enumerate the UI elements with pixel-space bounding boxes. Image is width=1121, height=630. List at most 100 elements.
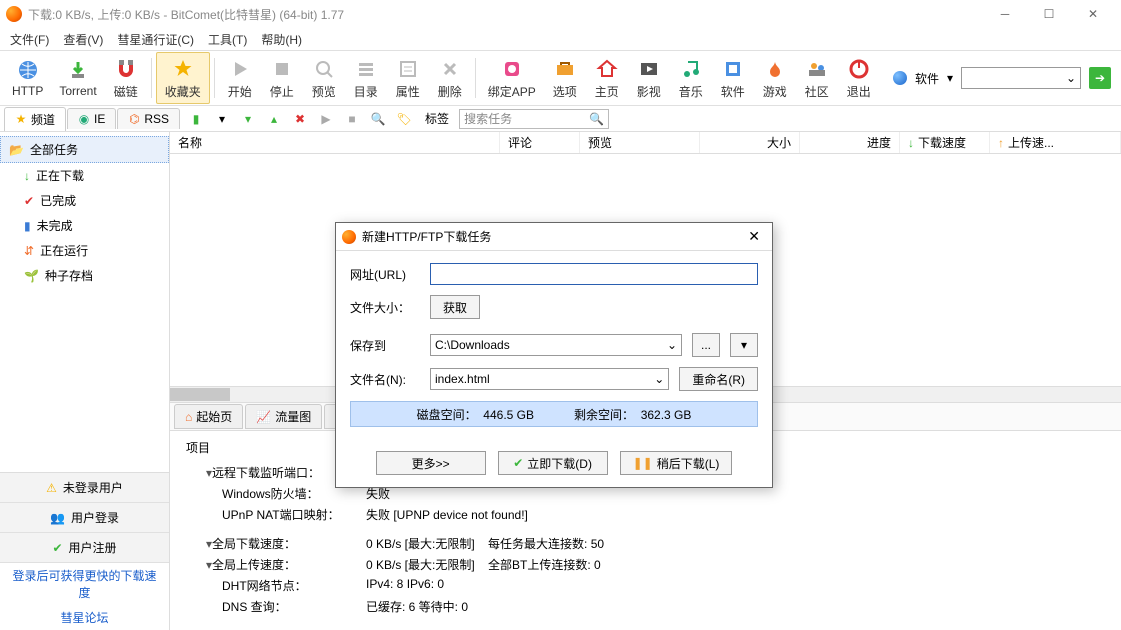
tb-http[interactable]: HTTP bbox=[4, 52, 51, 104]
filename-label: 文件名(N): bbox=[350, 371, 420, 388]
tab-channel[interactable]: ★频道 bbox=[4, 107, 66, 131]
btab-start[interactable]: ⌂起始页 bbox=[174, 404, 243, 429]
go-button[interactable]: ➔ bbox=[1089, 67, 1111, 89]
star-icon: ★ bbox=[15, 113, 27, 125]
app-icon bbox=[6, 6, 22, 22]
close-button[interactable]: ✕ bbox=[1071, 0, 1115, 28]
col-name[interactable]: 名称 bbox=[170, 132, 500, 153]
menu-passport[interactable]: 彗星通行证(C) bbox=[111, 29, 200, 50]
tb-properties[interactable]: 属性 bbox=[387, 52, 429, 104]
tab-rss[interactable]: ⌬RSS bbox=[117, 108, 180, 129]
btab-traffic[interactable]: 📈流量图 bbox=[245, 404, 322, 429]
col-size[interactable]: 大小 bbox=[700, 132, 800, 153]
tb-community[interactable]: 社区 bbox=[796, 52, 838, 104]
not-logged-label: ⚠未登录用户 bbox=[0, 473, 169, 503]
warning-icon: ⚠ bbox=[46, 481, 57, 495]
menu-help[interactable]: 帮助(H) bbox=[255, 29, 308, 50]
down-arrow-icon: ↓ bbox=[24, 169, 30, 183]
chevron-down-icon: ⌄ bbox=[654, 372, 664, 386]
login-button[interactable]: 👥用户登录 bbox=[0, 503, 169, 533]
ie-icon: ◉ bbox=[78, 113, 90, 125]
col-progress[interactable]: 进度 bbox=[800, 132, 900, 153]
dns-label: DNS 查询： bbox=[186, 598, 366, 615]
tb-music[interactable]: 音乐 bbox=[670, 52, 712, 104]
address-dropdown[interactable]: ⌄ bbox=[961, 67, 1081, 89]
tb-games[interactable]: 游戏 bbox=[754, 52, 796, 104]
url-input[interactable] bbox=[430, 263, 758, 285]
saveto-label: 保存到 bbox=[350, 337, 420, 354]
sm-down-icon[interactable]: ▾ bbox=[237, 108, 259, 130]
new-download-dialog: 新建HTTP/FTP下载任务 ✕ 网址(URL) 文件大小：获取 保存到 C:\… bbox=[335, 222, 773, 488]
rename-button[interactable]: 重命名(R) bbox=[679, 367, 758, 391]
new-task-icon[interactable]: ▮ bbox=[185, 108, 207, 130]
sidebar-all-tasks[interactable]: 📂全部任务 bbox=[0, 136, 169, 163]
maximize-button[interactable]: ☐ bbox=[1027, 0, 1071, 28]
tb-magnet[interactable]: 磁链 bbox=[105, 52, 147, 104]
tab-ie[interactable]: ◉IE bbox=[67, 108, 116, 129]
get-size-button[interactable]: 获取 bbox=[430, 295, 480, 319]
running-icon: ⇵ bbox=[24, 244, 34, 258]
sidebar: 📂全部任务 ↓正在下载 ✔已完成 ▮未完成 ⇵正在运行 🌱种子存档 ⚠未登录用户… bbox=[0, 132, 170, 630]
software-label[interactable]: 软件 bbox=[915, 70, 939, 87]
sm-del-icon[interactable]: ✖ bbox=[289, 108, 311, 130]
sidebar-archive[interactable]: 🌱种子存档 bbox=[0, 263, 169, 288]
saveto-dropdown[interactable]: C:\Downloads⌄ bbox=[430, 334, 682, 356]
sidebar-incomplete[interactable]: ▮未完成 bbox=[0, 213, 169, 238]
tb-video[interactable]: 影视 bbox=[628, 52, 670, 104]
tb-options[interactable]: 选项 bbox=[544, 52, 586, 104]
dialog-close-button[interactable]: ✕ bbox=[742, 228, 766, 245]
tag-icon[interactable]: 🏷 bbox=[393, 108, 415, 130]
col-preview[interactable]: 预览 bbox=[580, 132, 700, 153]
menu-file[interactable]: 文件(F) bbox=[4, 29, 55, 50]
download-now-button[interactable]: ✔立即下载(D) bbox=[498, 451, 608, 475]
col-down[interactable]: ↓下载速度 bbox=[900, 132, 990, 153]
filename-dropdown[interactable]: index.html⌄ bbox=[430, 368, 669, 390]
tb-list[interactable]: 目录 bbox=[345, 52, 387, 104]
login-tip-link[interactable]: 登录后可获得更快的下载速度 bbox=[0, 563, 169, 605]
dropdown-arrow-icon[interactable]: ▾ bbox=[947, 71, 953, 85]
saveto-menu-button[interactable]: ▾ bbox=[730, 333, 758, 357]
sidebar-downloading[interactable]: ↓正在下载 bbox=[0, 163, 169, 188]
menubar: 文件(F) 查看(V) 彗星通行证(C) 工具(T) 帮助(H) bbox=[0, 28, 1121, 50]
check-circle-icon: ✔ bbox=[52, 541, 62, 555]
sm-play-icon[interactable]: ▶ bbox=[315, 108, 337, 130]
flag-icon: ▮ bbox=[24, 219, 31, 233]
tb-stop[interactable]: 停止 bbox=[261, 52, 303, 104]
sm-dropdown-icon[interactable]: ▾ bbox=[211, 108, 233, 130]
tb-exit[interactable]: 退出 bbox=[838, 52, 880, 104]
sm-up-icon[interactable]: ▴ bbox=[263, 108, 285, 130]
tb-home[interactable]: 主页 bbox=[586, 52, 628, 104]
search-icon[interactable]: 🔍 bbox=[589, 112, 604, 126]
forum-link[interactable]: 彗星论坛 bbox=[0, 605, 169, 630]
sm-search-icon[interactable]: 🔍 bbox=[367, 108, 389, 130]
chevron-down-icon: ⌄ bbox=[1066, 71, 1076, 85]
column-header: 名称 评论 预览 大小 进度 ↓下载速度 ↑上传速... bbox=[170, 132, 1121, 154]
tb-start[interactable]: 开始 bbox=[219, 52, 261, 104]
tb-software[interactable]: 软件 bbox=[712, 52, 754, 104]
col-comment[interactable]: 评论 bbox=[500, 132, 580, 153]
globe-icon bbox=[893, 71, 907, 85]
tb-favorites[interactable]: 收藏夹 bbox=[156, 52, 210, 104]
minimize-button[interactable]: ─ bbox=[983, 0, 1027, 28]
tb-torrent[interactable]: Torrent bbox=[51, 52, 104, 104]
tb-bindapp[interactable]: 绑定APP bbox=[480, 52, 544, 104]
rss-icon: ⌬ bbox=[128, 113, 140, 125]
menu-tools[interactable]: 工具(T) bbox=[202, 29, 253, 50]
browse-button[interactable]: ... bbox=[692, 333, 720, 357]
sm-stop-icon[interactable]: ■ bbox=[341, 108, 363, 130]
tb-preview[interactable]: 预览 bbox=[303, 52, 345, 104]
chart-icon: 📈 bbox=[256, 410, 271, 424]
sidebar-running[interactable]: ⇵正在运行 bbox=[0, 238, 169, 263]
search-tasks-input[interactable]: 搜索任务🔍 bbox=[459, 109, 609, 129]
col-up[interactable]: ↑上传速... bbox=[990, 132, 1121, 153]
tag-label[interactable]: 标签 bbox=[419, 110, 455, 127]
tb-delete[interactable]: 删除 bbox=[429, 52, 471, 104]
gdown-label[interactable]: 全局下载速度： bbox=[186, 535, 366, 552]
gup-label[interactable]: 全局上传速度： bbox=[186, 556, 366, 573]
url-label: 网址(URL) bbox=[350, 266, 420, 283]
sidebar-completed[interactable]: ✔已完成 bbox=[0, 188, 169, 213]
register-button[interactable]: ✔用户注册 bbox=[0, 533, 169, 563]
download-later-button[interactable]: ❚❚稍后下载(L) bbox=[620, 451, 733, 475]
menu-view[interactable]: 查看(V) bbox=[57, 29, 109, 50]
more-button[interactable]: 更多>> bbox=[376, 451, 486, 475]
